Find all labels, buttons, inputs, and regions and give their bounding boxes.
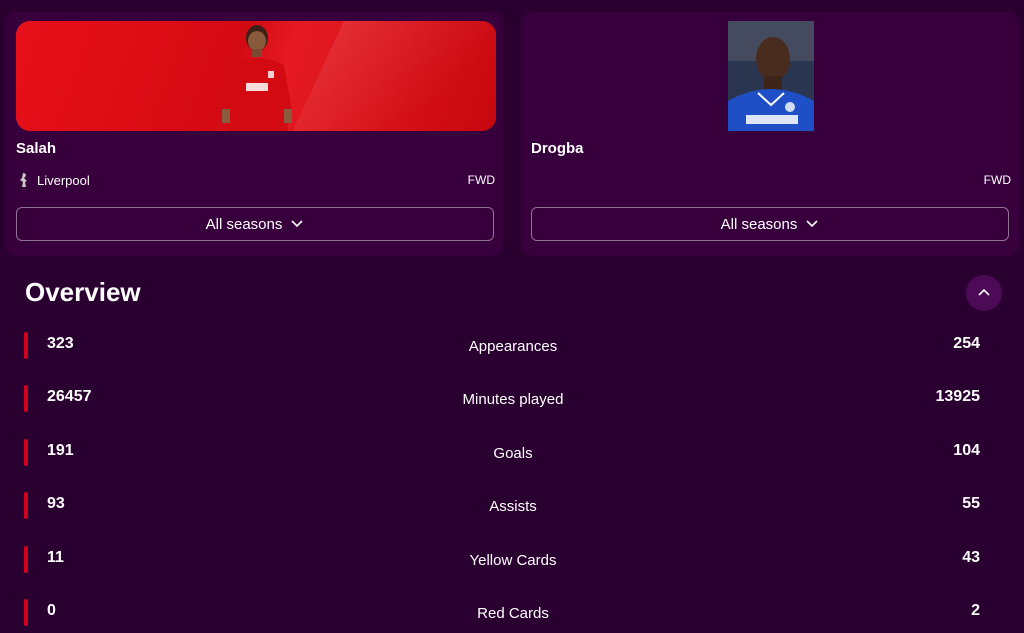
player-card-right: Drogba FWD All seasons bbox=[521, 12, 1019, 256]
season-dropdown-label: All seasons bbox=[205, 215, 283, 233]
player-name: Salah bbox=[16, 140, 57, 157]
stat-label: Appearances bbox=[468, 338, 558, 355]
stat-right-value: 13925 bbox=[935, 388, 981, 405]
stat-left-value: 11 bbox=[47, 549, 64, 566]
stat-label: Red Cards bbox=[477, 605, 549, 622]
player-position: FWD bbox=[467, 173, 495, 187]
stat-right-value: 55 bbox=[962, 495, 980, 512]
stat-row: 191 Goals 104 bbox=[0, 439, 1024, 467]
stat-accent-bar bbox=[24, 385, 28, 412]
overview-heading: Overview bbox=[25, 277, 141, 307]
player-photo-drogba bbox=[728, 21, 814, 131]
stat-row: 0 Red Cards 2 bbox=[0, 599, 1024, 627]
stat-left-value: 0 bbox=[47, 602, 56, 619]
stat-accent-bar bbox=[24, 332, 28, 359]
stat-accent-bar bbox=[24, 599, 28, 626]
player-banner-salah bbox=[16, 21, 496, 131]
stat-label: Minutes played bbox=[462, 391, 564, 408]
player-club: Liverpool bbox=[18, 172, 90, 188]
stat-row: 323 Appearances 254 bbox=[0, 332, 1024, 360]
chevron-down-icon bbox=[291, 220, 303, 228]
stat-accent-bar bbox=[24, 546, 28, 573]
player-card-left: Salah Liverpool FWD All seasons bbox=[5, 12, 503, 256]
season-dropdown[interactable]: All seasons bbox=[531, 207, 1009, 241]
stat-row: 26457 Minutes played 13925 bbox=[0, 385, 1024, 413]
stat-row: 93 Assists 55 bbox=[0, 492, 1024, 520]
liverpool-crest-icon bbox=[20, 173, 27, 187]
player-position: FWD bbox=[983, 173, 1011, 187]
club-name: Liverpool bbox=[37, 172, 90, 188]
stat-left-value: 93 bbox=[47, 495, 65, 512]
stat-label: Yellow Cards bbox=[469, 552, 557, 569]
stat-accent-bar bbox=[24, 492, 28, 519]
player-name: Drogba bbox=[531, 140, 584, 157]
collapse-overview-button[interactable] bbox=[966, 275, 1002, 311]
season-dropdown[interactable]: All seasons bbox=[16, 207, 494, 241]
stat-right-value: 43 bbox=[962, 549, 980, 566]
stat-right-value: 104 bbox=[953, 442, 980, 459]
season-dropdown-label: All seasons bbox=[720, 215, 798, 233]
stat-left-value: 191 bbox=[47, 442, 74, 459]
player-comparison-cards: Salah Liverpool FWD All seasons Drogba F… bbox=[0, 0, 1024, 260]
chevron-up-icon bbox=[978, 288, 990, 296]
stat-right-value: 2 bbox=[971, 602, 980, 619]
stat-accent-bar bbox=[24, 439, 28, 466]
stat-left-value: 323 bbox=[47, 335, 74, 352]
player-photo-salah bbox=[222, 25, 292, 131]
stat-label: Assists bbox=[489, 498, 537, 515]
stat-label: Goals bbox=[493, 445, 533, 462]
stat-row: 11 Yellow Cards 43 bbox=[0, 546, 1024, 574]
stat-left-value: 26457 bbox=[47, 388, 92, 405]
chevron-down-icon bbox=[806, 220, 818, 228]
stat-right-value: 254 bbox=[953, 335, 980, 352]
